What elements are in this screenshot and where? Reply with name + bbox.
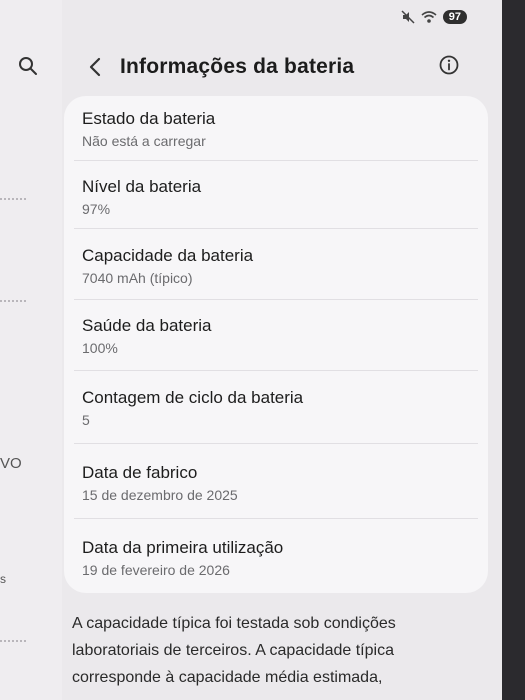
capacity-footnote: A capacidade típica foi testada sob cond… (72, 615, 396, 686)
list-item-battery-capacity: Capacidade da bateria 7040 mAh (típico) (82, 245, 478, 286)
list-item-manufacture-date: Data de fabrico 15 de dezembro de 2025 (82, 462, 478, 503)
divider-dots (0, 300, 26, 304)
device-edge (502, 0, 525, 700)
app-header: Informações da bateria (62, 48, 482, 86)
divider (74, 518, 478, 519)
chevron-left-icon[interactable] (80, 52, 110, 82)
row-value: 5 (82, 412, 90, 428)
search-icon[interactable] (18, 56, 38, 76)
row-value: 100% (82, 340, 118, 356)
row-value: 15 de dezembro de 2025 (82, 487, 238, 503)
left-text-fragment: s (0, 572, 6, 586)
divider (74, 160, 478, 161)
left-text-fragment: VO (0, 455, 22, 472)
list-item-battery-level: Nível da bateria 97% (82, 176, 478, 217)
row-label: Saúde da bateria (82, 316, 212, 335)
row-value: 7040 mAh (típico) (82, 270, 193, 286)
mute-icon (401, 10, 415, 24)
wifi-icon (421, 10, 437, 24)
list-item-first-use-date: Data da primeira utilização 19 de fevere… (82, 537, 478, 578)
row-label: Data da primeira utilização (82, 538, 284, 557)
row-value: Não está a carregar (82, 133, 206, 149)
battery-level-badge: 97 (442, 10, 467, 24)
row-label: Capacidade da bateria (82, 246, 254, 265)
row-label: Estado da bateria (82, 109, 216, 128)
page-title: Informações da bateria (120, 55, 355, 78)
divider-dots (0, 198, 26, 202)
row-label: Data de fabrico (82, 463, 198, 482)
status-bar: 97 (401, 10, 467, 24)
divider (74, 443, 478, 444)
list-item-battery-state: Estado da bateria Não está a carregar (82, 108, 478, 149)
row-value: 97% (82, 201, 111, 217)
list-item-battery-cycle-count: Contagem de ciclo da bateria 5 (82, 387, 478, 428)
list-item-battery-health: Saúde da bateria 100% (82, 315, 478, 356)
row-label: Contagem de ciclo da bateria (82, 388, 304, 407)
divider (74, 370, 478, 371)
info-icon[interactable] (438, 54, 460, 76)
divider (74, 228, 478, 229)
battery-info-card: Estado da bateria Não está a carregar Ní… (64, 96, 488, 593)
left-pane: VO s (0, 0, 62, 700)
divider-dots (0, 640, 26, 644)
divider (74, 299, 478, 300)
row-value: 19 de fevereiro de 2026 (82, 562, 230, 578)
row-label: Nível da bateria (82, 177, 202, 196)
